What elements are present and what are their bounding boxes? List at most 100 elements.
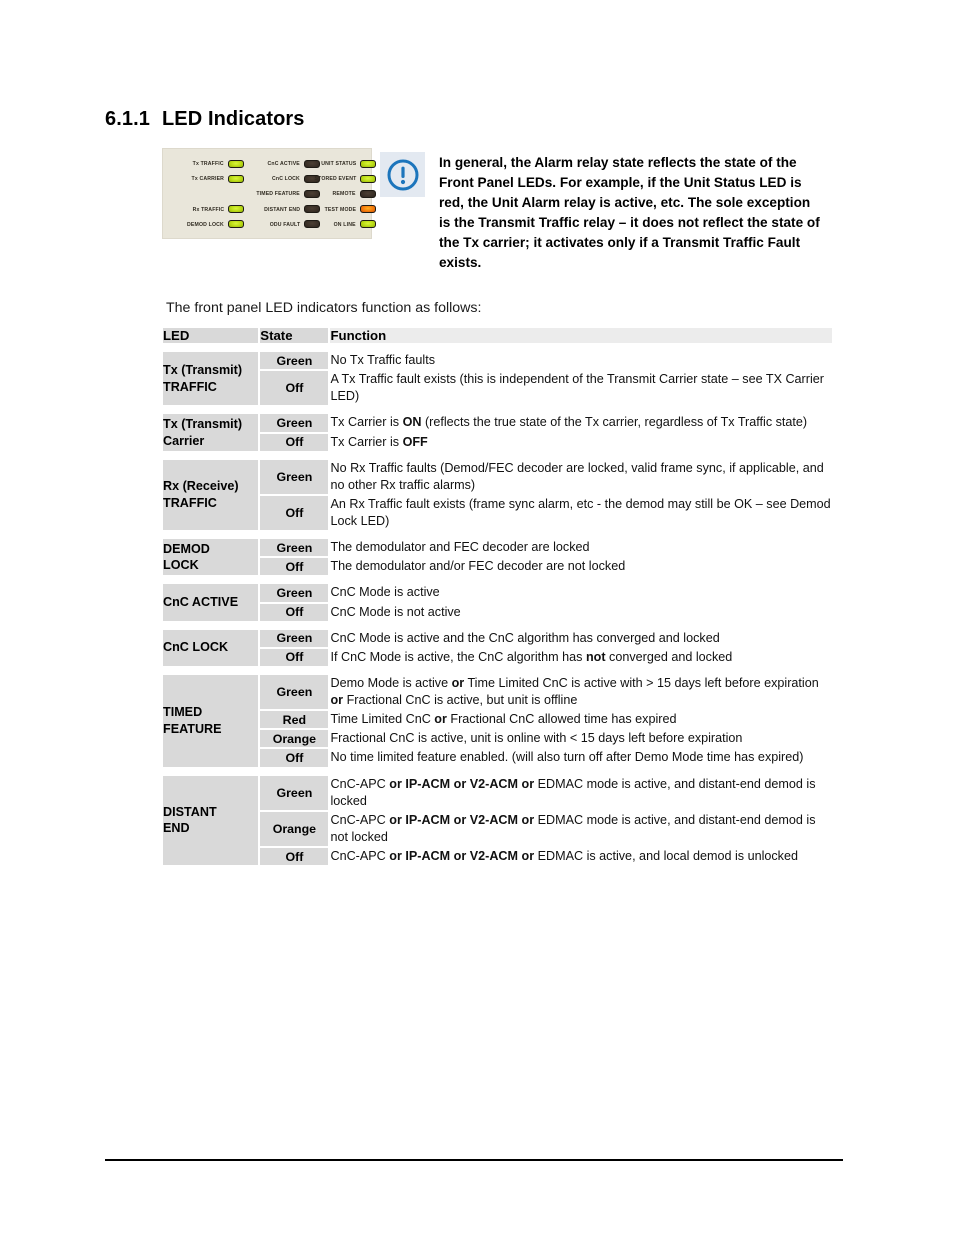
state-cell: Off xyxy=(260,495,329,531)
led-label: TIMED FEATURE xyxy=(256,191,300,197)
front-panel-led-image: Tx TRAFFIC CnC ACTIVE UNIT STATUS Tx CARRIE… xyxy=(162,148,376,239)
led-indicators-table-wrapper: LED State Function Tx (Transmit) TRAFFIC G… xyxy=(161,326,834,867)
function-cell: If CnC Mode is active, the CnC algorithm… xyxy=(330,648,832,666)
led-indicator-demod-lock: DEMOD LOCK xyxy=(171,217,247,232)
function-cell: CnC Mode is active xyxy=(330,584,832,602)
document-page: 6.1.1 LED Indicators Tx TRAFFIC CnC ACTIVE… xyxy=(0,0,954,1235)
led-indicators-table: LED State Function Tx (Transmit) TRAFFIC G… xyxy=(161,326,834,867)
led-label: CnC ACTIVE xyxy=(267,160,300,167)
function-cell: Fractional CnC is active, unit is online… xyxy=(330,730,832,748)
table-row: Orange CnC-APC or IP-ACM or V2-ACM or EDM… xyxy=(163,811,832,846)
function-cell: No time limited feature enabled. (will a… xyxy=(330,749,832,767)
led-label: CnC LOCK xyxy=(272,175,300,182)
led-label: TEST MODE xyxy=(324,206,356,212)
led-name-cell: Tx (Transmit) TRAFFIC xyxy=(163,352,259,406)
table-header-row: LED State Function xyxy=(163,328,832,343)
table-row: DEMOD LOCK Green The demodulator and FEC de… xyxy=(163,539,832,576)
led-name-cell: DEMOD LOCK xyxy=(163,539,259,576)
state-cell: Off xyxy=(260,749,329,767)
state-cell: Green xyxy=(260,629,329,647)
function-cell: An Rx Traffic fault exists (frame sync a… xyxy=(330,495,832,531)
state-cell: Off xyxy=(260,648,329,666)
led-indicator-cnc-active: CnC ACTIVE xyxy=(247,156,323,171)
table-row: Off A Tx Traffic fault exists (this is in… xyxy=(163,371,832,406)
spacer-cell xyxy=(163,452,832,458)
table-row: Tx (Transmit) Carrier Green Tx Carrier is O… xyxy=(163,414,832,451)
led-lamp-orange xyxy=(360,205,376,214)
state-cell: Off xyxy=(260,848,329,866)
state-cell: Orange xyxy=(260,811,329,846)
led-label: ODU FAULT xyxy=(269,221,300,228)
table-row: Off An Rx Traffic fault exists (frame syn… xyxy=(163,495,832,531)
state-cell: Off xyxy=(260,558,329,576)
page-title: 6.1.1 LED Indicators xyxy=(105,108,305,131)
table-group-spacer xyxy=(163,577,832,583)
spacer-cell xyxy=(163,407,832,413)
led-label: DEMOD LOCK xyxy=(187,221,224,228)
function-cell: Demo Mode is active or Time Limited CnC … xyxy=(330,674,832,710)
column-header-led: LED xyxy=(163,328,259,343)
led-lamp-off xyxy=(304,205,320,214)
table-row: TIMED FEATURE Green Demo Mode is active or … xyxy=(163,674,832,767)
led-lamp-green xyxy=(228,174,244,183)
section-number: 6.1.1 xyxy=(105,108,150,130)
function-cell: The demodulator and FEC decoder are lock… xyxy=(330,539,832,557)
led-indicator-on-line: ON LINE xyxy=(323,217,379,232)
led-lamp-off xyxy=(304,189,320,198)
function-cell: CnC-APC or IP-ACM or V2-ACM or EDMAC mod… xyxy=(330,811,832,846)
led-indicator-tx-carrier: Tx CARRIER xyxy=(171,171,247,186)
column-header-function: Function xyxy=(330,328,832,343)
spacer-cell xyxy=(163,667,832,673)
led-indicator-distant-end: DISTANT END xyxy=(247,202,323,217)
table-row: CnC LOCK Green CnC Mode is active and the … xyxy=(163,629,832,666)
led-label: REMOTE xyxy=(332,191,356,197)
table-group-spacer xyxy=(163,667,832,673)
spacer-cell xyxy=(163,768,832,774)
table-row: Orange Fractional CnC is active, unit is … xyxy=(163,730,832,748)
led-lamp-green xyxy=(360,159,376,168)
column-header-state: State xyxy=(260,328,329,343)
callout-note-text: In general, the Alarm relay state reflec… xyxy=(439,155,820,270)
function-cell: CnC-APC or IP-ACM or V2-ACM or EDMAC mod… xyxy=(330,775,832,810)
led-indicator-remote: REMOTE xyxy=(323,186,379,201)
led-lamp-off xyxy=(304,159,320,168)
led-indicator-test-mode: TEST MODE xyxy=(323,202,379,217)
table-group-spacer xyxy=(163,345,832,350)
led-indicator-tx-traffic: Tx TRAFFIC xyxy=(171,156,247,171)
function-cell: CnC-APC or IP-ACM or V2-ACM or EDMAC is … xyxy=(330,848,832,866)
table-row: Rx (Receive) TRAFFIC Green No Rx Traffic fa… xyxy=(163,459,832,531)
state-cell: Off xyxy=(260,433,329,451)
led-indicator-rx-traffic: Rx TRAFFIC xyxy=(171,202,247,217)
table-group-spacer xyxy=(163,532,832,538)
led-lamp-green xyxy=(228,220,244,229)
state-cell: Green xyxy=(260,584,329,602)
table-group-spacer xyxy=(163,622,832,628)
led-lamp-green xyxy=(360,174,376,183)
led-lamp-green xyxy=(228,159,244,168)
led-label: Tx CARRIER xyxy=(191,175,224,182)
state-cell: Green xyxy=(260,674,329,710)
table-group-spacer xyxy=(163,407,832,413)
exclamation-circle-icon xyxy=(380,152,425,197)
function-cell: CnC Mode is active and the CnC algorithm… xyxy=(330,629,832,647)
state-cell: Red xyxy=(260,711,329,729)
table-row: CnC ACTIVE Green CnC Mode is active xyxy=(163,584,832,621)
state-cell: Green xyxy=(260,352,329,370)
table-row: Red Time Limited CnC or Fractional CnC al… xyxy=(163,711,832,729)
led-name-cell: Tx (Transmit) Carrier xyxy=(163,414,259,451)
table-row: Off CnC-APC or IP-ACM or V2-ACM or EDMAC … xyxy=(163,848,832,866)
table-row: Off No time limited feature enabled. (wil… xyxy=(163,749,832,767)
function-cell: No Rx Traffic faults (Demod/FEC decoder … xyxy=(330,459,832,494)
function-cell: No Tx Traffic faults xyxy=(330,352,832,370)
state-cell: Green xyxy=(260,539,329,557)
led-lamp-green xyxy=(360,220,376,229)
led-name-cell: TIMED FEATURE xyxy=(163,674,259,767)
led-lamp-off xyxy=(360,189,376,198)
state-cell: Orange xyxy=(260,730,329,748)
led-lamp-green xyxy=(228,205,244,214)
section-title: LED Indicators xyxy=(161,108,305,130)
spacer-cell xyxy=(163,577,832,583)
led-lamp-off xyxy=(304,220,320,229)
table-row: Off If CnC Mode is active, the CnC algori… xyxy=(163,648,832,666)
function-cell: Tx Carrier is OFF xyxy=(330,433,832,451)
